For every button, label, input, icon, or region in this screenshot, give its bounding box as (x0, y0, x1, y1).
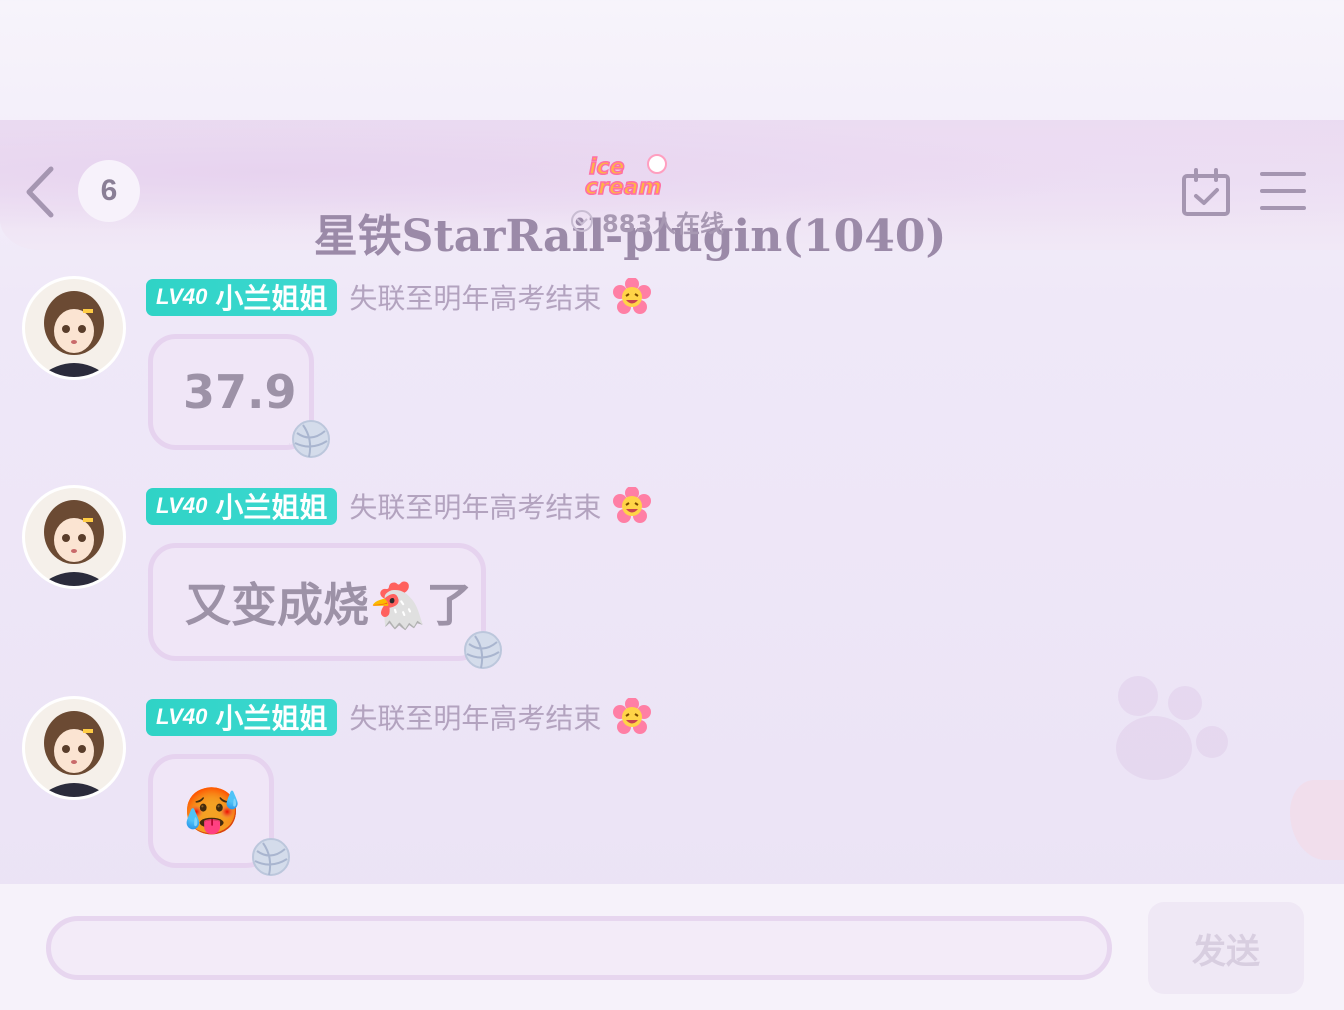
back-button[interactable] (20, 162, 60, 222)
flower-emoji-icon (613, 487, 652, 523)
message-bubble[interactable]: 37.9 (148, 334, 330, 458)
anime-girl-avatar-icon (25, 279, 123, 377)
level-badge: LV40 小兰姐姐 (146, 277, 338, 317)
menu-button[interactable] (1258, 168, 1308, 214)
paw-decoration (1116, 716, 1192, 780)
paw-decoration (1118, 676, 1158, 716)
message-meta: LV40 小兰姐姐 失联至明年高考结束 (146, 697, 652, 737)
avatar[interactable] (22, 485, 126, 589)
calendar-check-icon (1182, 168, 1230, 216)
yarn-ball-icon (464, 631, 502, 669)
chevron-down-circle-icon (571, 210, 593, 232)
message-bubble[interactable]: 🥵 (148, 754, 290, 876)
calendar-button[interactable] (1180, 166, 1232, 218)
chat-message: LV40 小兰姐姐 失联至明年高考结束 又变成烧🐔了 (22, 485, 1022, 675)
user-signature: 失联至明年高考结束 (349, 702, 602, 735)
chevron-left-icon (26, 166, 54, 218)
flower-emoji-icon (613, 278, 652, 314)
chat-message: LV40 小兰姐姐 失联至明年高考结束 🥵 (22, 696, 1022, 886)
online-count-text: 883人在线 (602, 209, 725, 238)
ice-cream-logo-icon: ice cream (584, 150, 675, 201)
avatar[interactable] (22, 276, 126, 380)
hamburger-menu-icon (1260, 172, 1306, 210)
online-status[interactable]: 883人在线 (570, 206, 725, 238)
paw-decoration (1168, 686, 1202, 720)
message-input[interactable] (46, 916, 1112, 980)
user-signature: 失联至明年高考结束 (349, 282, 602, 315)
anime-girl-avatar-icon (25, 488, 123, 586)
chat-message: LV40 小兰姐姐 失联至明年高考结束 37.9 (22, 276, 1022, 466)
message-bubble[interactable]: 又变成烧🐔了 (148, 543, 502, 669)
level-text: LV40 (156, 704, 208, 729)
message-text: 又变成烧🐔了 (185, 578, 473, 632)
message-meta: LV40 小兰姐姐 失联至明年高考结束 (146, 486, 652, 526)
yarn-ball-icon (252, 838, 290, 876)
username[interactable]: 小兰姐姐 (215, 277, 327, 317)
message-text: 37.9 (183, 365, 297, 419)
heart-decoration (1290, 780, 1344, 860)
user-signature: 失联至明年高考结束 (349, 491, 602, 524)
avatar[interactable] (22, 696, 126, 800)
message-meta: LV40 小兰姐姐 失联至明年高考结束 (146, 277, 652, 317)
yarn-ball-icon (289, 420, 330, 458)
level-text: LV40 (156, 284, 208, 309)
paw-decoration (1196, 726, 1228, 758)
unread-count-badge[interactable]: 6 (78, 160, 140, 222)
chat-header: 6 ice cream 星铁StarRail-plugin(1040) 883人… (0, 150, 1344, 262)
send-button[interactable]: 发送 (1148, 902, 1304, 994)
username[interactable]: 小兰姐姐 (215, 697, 327, 737)
flower-emoji-icon (613, 698, 652, 734)
username[interactable]: 小兰姐姐 (215, 486, 327, 526)
message-text: 🥵 (183, 783, 241, 838)
level-badge: LV40 小兰姐姐 (146, 486, 338, 526)
level-text: LV40 (156, 493, 208, 518)
level-badge: LV40 小兰姐姐 (146, 697, 338, 737)
anime-girl-avatar-icon (25, 699, 123, 797)
svg-text:cream: cream (585, 175, 662, 200)
